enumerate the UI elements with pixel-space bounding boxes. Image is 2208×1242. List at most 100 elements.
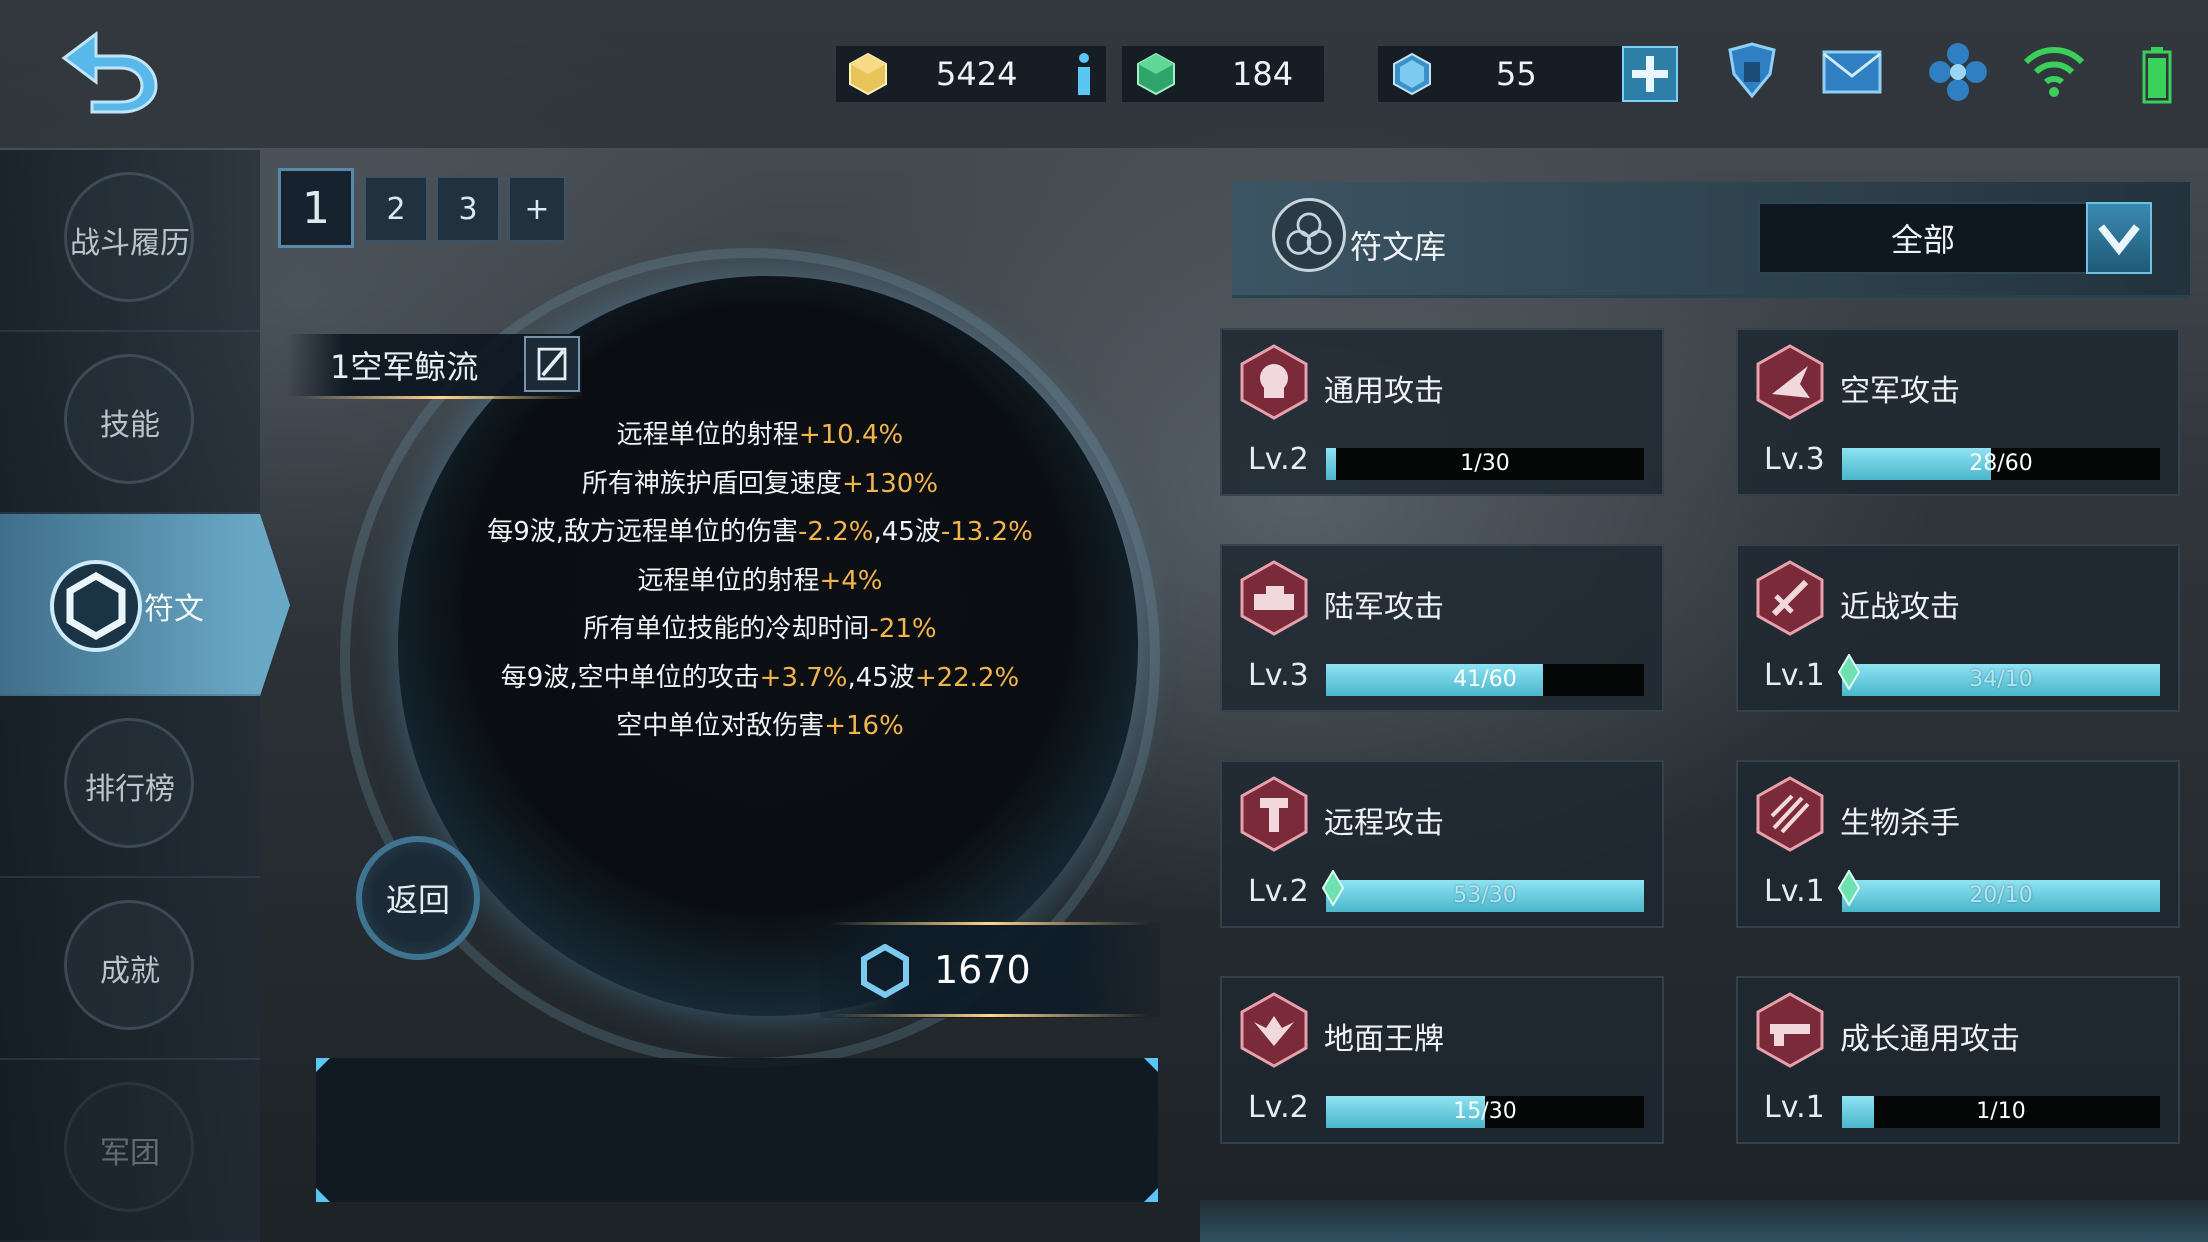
rune-progress-bar: 28/60 (1842, 448, 2160, 480)
rune-level: Lv.1 (1764, 874, 1825, 909)
effect-line: 空中单位对敌伤害+16% (616, 711, 904, 741)
set-name-underline (300, 396, 580, 399)
return-button[interactable]: 返回 (356, 836, 480, 960)
rune-library-footer (1200, 1200, 2208, 1242)
sidebar-item-label: 成就 (100, 954, 160, 989)
rune-filter-value[interactable]: 全部 (1758, 202, 2088, 274)
rune-emblem-icon (1240, 776, 1308, 852)
effect-line: 所有神族护盾回复速度+130% (581, 468, 939, 499)
rune-progress-text: 41/60 (1453, 667, 1517, 692)
rune-name: 成长通用攻击 (1840, 1022, 2020, 1057)
rune-card[interactable]: 生物杀手 Lv.1 20/10 (1736, 760, 2180, 928)
gold-cube-icon (849, 52, 887, 96)
energy-value: 55 (1496, 55, 1537, 93)
rune-level: Lv.2 (1248, 874, 1309, 909)
sidebar-item-label: 军团 (100, 1136, 160, 1171)
energy-counter: 55 (1378, 46, 1624, 102)
sidebar-item-label: 符文 (144, 592, 204, 627)
rune-emblem-icon (1756, 560, 1824, 636)
rune-name: 远程攻击 (1324, 806, 1444, 841)
rune-progress-text: 15/30 (1453, 1099, 1517, 1124)
energy-hex-icon (1393, 52, 1431, 96)
rune-level: Lv.3 (1248, 658, 1309, 693)
rune-progress-bar: 41/60 (1326, 664, 1644, 696)
mail-icon[interactable] (1820, 40, 1884, 104)
rune-name: 生物杀手 (1840, 806, 1960, 841)
back-arrow-icon[interactable] (58, 28, 162, 114)
rune-card[interactable]: 近战攻击 Lv.1 34/10 (1736, 544, 2180, 712)
effect-line: 所有单位技能的冷却时间-21% (583, 614, 937, 644)
rune-emblem-icon (1756, 344, 1824, 420)
rune-name: 空军攻击 (1840, 374, 1960, 409)
shield-robot-icon[interactable] (1720, 40, 1784, 104)
rune-card[interactable]: 远程攻击 Lv.2 53/30 (1220, 760, 1664, 928)
rune-progress-bar: 15/30 (1326, 1096, 1644, 1128)
info-icon[interactable] (1066, 50, 1102, 98)
rune-card[interactable]: 陆军攻击 Lv.3 41/60 (1220, 544, 1664, 712)
power-line-bottom (830, 1014, 1150, 1017)
effect-line: 远程单位的射程+4% (637, 565, 883, 596)
rune-progress-text: 20/10 (1969, 883, 2033, 908)
effect-line: 远程单位的射程+10.4% (616, 420, 904, 450)
crystal-cube-icon (1137, 52, 1175, 96)
sidebar: 战斗履历 技能 符文 排行榜 成就 军团 (0, 150, 290, 1242)
rune-name: 通用攻击 (1324, 374, 1444, 409)
edit-icon[interactable] (524, 336, 580, 392)
effect-line: 每9波,敌方远程单位的伤害-2.2%,45波-13.2% (487, 517, 1033, 547)
effect-line: 每9波,空中单位的攻击+3.7%,45波+22.2% (500, 662, 1020, 693)
rune-emblem-icon (1240, 560, 1308, 636)
rune-library-icon (1272, 198, 1346, 272)
rune-progress-text: 53/30 (1453, 883, 1517, 908)
rune-card[interactable]: 空军攻击 Lv.3 28/60 (1736, 328, 2180, 496)
rune-emblem-icon (1756, 776, 1824, 852)
sidebar-item-label: 战斗履历 (70, 226, 190, 261)
tab-page-3[interactable]: 3 (436, 176, 500, 242)
rune-description-box (316, 1058, 1158, 1202)
sidebar-item-runes[interactable]: 符文 (0, 514, 290, 696)
sidebar-item-battle-history[interactable]: 战斗履历 (0, 150, 260, 332)
sidebar-item-label: 排行榜 (85, 772, 175, 807)
sidebar-item-label: 技能 (100, 408, 160, 443)
rune-level: Lv.2 (1248, 1090, 1309, 1125)
rune-set-name: 1空军鲸流 (330, 348, 479, 386)
rune-progress-text: 1/10 (1976, 1099, 2026, 1124)
tab-page-1[interactable]: 1 (278, 168, 354, 248)
rune-card[interactable]: 通用攻击 Lv.2 1/30 (1220, 328, 1664, 496)
rune-emblem-icon (1756, 992, 1824, 1068)
settings-flower-icon[interactable] (1926, 40, 1990, 104)
rune-name: 地面王牌 (1324, 1022, 1444, 1057)
rune-level: Lv.1 (1764, 658, 1825, 693)
rune-name: 陆军攻击 (1324, 590, 1444, 625)
rune-progress-text: 1/30 (1460, 451, 1510, 476)
rune-library-title: 符文库 (1350, 228, 1447, 266)
rune-level: Lv.3 (1764, 442, 1825, 477)
rune-name: 近战攻击 (1840, 590, 1960, 625)
sidebar-item-legion[interactable]: 军团 (0, 1060, 260, 1242)
power-line-top (830, 922, 1150, 925)
rune-card[interactable]: 地面王牌 Lv.2 15/30 (1220, 976, 1664, 1144)
rune-emblem-icon (1240, 344, 1308, 420)
rune-level: Lv.2 (1248, 442, 1309, 477)
chevron-down-icon[interactable] (2086, 202, 2152, 274)
rune-emblem-icon (1240, 992, 1308, 1068)
rune-level: Lv.1 (1764, 1090, 1825, 1125)
rune-progress-bar: 20/10 (1838, 870, 2160, 912)
rune-effects-list: 远程单位的射程+10.4% 所有神族护盾回复速度+130% 每9波,敌方远程单位… (420, 414, 1100, 754)
tab-page-2[interactable]: 2 (364, 176, 428, 242)
rune-progress-bar: 1/30 (1326, 448, 1644, 480)
rune-card[interactable]: 成长通用攻击 Lv.1 1/10 (1736, 976, 2180, 1144)
crystal-value: 184 (1232, 55, 1294, 93)
gold-value: 5424 (936, 55, 1018, 93)
rune-progress-bar: 1/10 (1842, 1096, 2160, 1128)
sidebar-item-achievements[interactable]: 成就 (0, 878, 260, 1060)
tab-add-page[interactable]: + (508, 176, 566, 242)
crystal-counter: 184 (1122, 46, 1324, 102)
rune-progress-bar: 53/30 (1322, 870, 1644, 912)
rune-progress-text: 34/10 (1969, 667, 2033, 692)
rune-progress-bar: 34/10 (1838, 654, 2160, 696)
rune-power-value: 1670 (934, 948, 1031, 992)
plus-icon[interactable] (1622, 46, 1678, 102)
sidebar-item-skills[interactable]: 技能 (0, 332, 260, 514)
sidebar-item-leaderboard[interactable]: 排行榜 (0, 696, 260, 878)
battery-icon (2142, 47, 2172, 104)
